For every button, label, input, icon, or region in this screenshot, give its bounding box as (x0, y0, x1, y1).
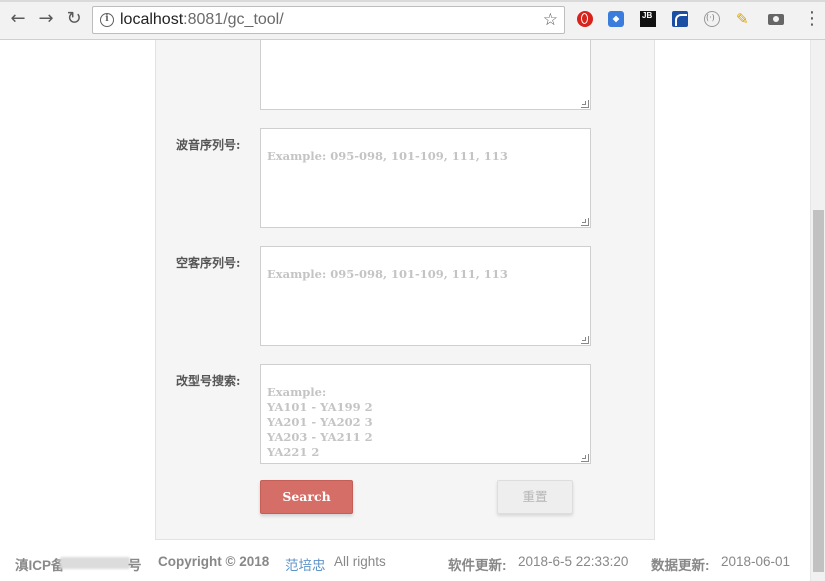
info-icon[interactable]: i (100, 13, 114, 27)
airbus-serial-placeholder: Example: 095-098, 101-109, 111, 113 (267, 267, 508, 281)
textarea-top[interactable] (260, 40, 591, 110)
resize-grip-icon[interactable] (581, 100, 589, 108)
tab-strip (0, 0, 825, 2)
copyright-text: Copyright © 2018 (158, 554, 270, 569)
wave-extension-icon[interactable] (672, 11, 688, 27)
boeing-serial-placeholder: Example: 095-098, 101-109, 111, 113 (267, 149, 508, 163)
icp-number-redacted (60, 557, 130, 569)
model-search-label: 改型号搜索: (176, 374, 241, 388)
page-viewport: 波音序列号: Example: 095-098, 101-109, 111, 1… (0, 40, 810, 581)
pen-extension-icon[interactable]: ✎ (736, 11, 752, 27)
data-update-value: 2018-06-01 (721, 554, 791, 569)
jetbrains-icon[interactable]: JB (640, 11, 656, 27)
url-text[interactable]: localhost:8081/gc_tool/ (120, 11, 284, 29)
boeing-serial-label: 波音序列号: (176, 138, 241, 152)
page-footer: 滇ICP备 号 Copyright © 2018 范培忠 All rights … (0, 552, 810, 574)
scrollbar-thumb[interactable] (813, 210, 824, 572)
browser-toolbar: ← → ↻ i localhost:8081/gc_tool/ ☆ JB ✎ ⋮ (0, 0, 825, 40)
camera-icon[interactable] (768, 14, 784, 25)
software-update-label: 软件更新: (448, 558, 507, 573)
reset-button[interactable]: 重置 (497, 480, 573, 514)
blue-extension-icon[interactable] (608, 11, 624, 27)
author-link[interactable]: 范培忠 (285, 554, 326, 574)
rights-text: All rights (334, 554, 386, 569)
url-host: localhost (120, 11, 184, 28)
opera-icon[interactable] (577, 11, 593, 27)
airbus-serial-textarea[interactable]: Example: 095-098, 101-109, 111, 113 (260, 246, 591, 346)
menu-icon[interactable]: ⋮ (803, 10, 821, 28)
url-path: :8081/gc_tool/ (183, 11, 284, 28)
resize-grip-icon[interactable] (581, 336, 589, 344)
software-update-value: 2018-6-5 22:33:20 (518, 554, 629, 569)
resize-grip-icon[interactable] (581, 218, 589, 226)
data-update-label: 数据更新: (651, 558, 710, 573)
icp-suffix: 号 (128, 558, 142, 573)
model-search-textarea[interactable]: Example: YA101 - YA199 2 YA201 - YA202 3… (260, 364, 591, 464)
reload-icon[interactable]: ↻ (63, 8, 85, 30)
bookmark-star-icon[interactable]: ☆ (543, 10, 558, 30)
back-arrow-icon[interactable]: ← (7, 8, 29, 30)
vertical-scrollbar[interactable] (810, 40, 825, 581)
model-search-placeholder: Example: YA101 - YA199 2 YA201 - YA202 3… (267, 385, 373, 459)
circle-extension-icon[interactable] (704, 11, 720, 27)
resize-grip-icon[interactable] (581, 454, 589, 462)
icp-prefix: 滇ICP备 (15, 558, 65, 573)
forward-arrow-icon[interactable]: → (35, 8, 57, 30)
boeing-serial-textarea[interactable]: Example: 095-098, 101-109, 111, 113 (260, 128, 591, 228)
search-button[interactable]: Search (260, 480, 353, 514)
address-bar[interactable]: i localhost:8081/gc_tool/ ☆ (92, 6, 565, 34)
airbus-serial-label: 空客序列号: (176, 256, 241, 270)
